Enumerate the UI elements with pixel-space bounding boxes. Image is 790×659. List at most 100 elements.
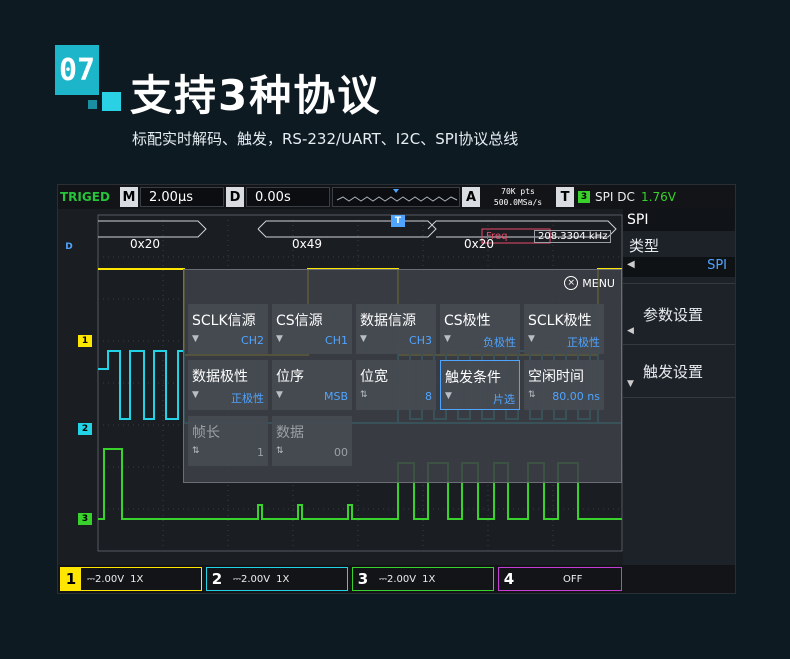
cell-label: CS极性: [444, 313, 491, 329]
decor-square-small: [88, 100, 97, 109]
cell-value: 负极性: [483, 336, 516, 349]
ch3-settings[interactable]: 3 ⎓ 2.00V 1X: [352, 567, 494, 591]
type-value: SPI: [707, 258, 727, 273]
top-status-bar: TRIGED M 2.00μs D 0.00s A 70K pts 500.0M…: [58, 185, 735, 209]
cell-value: 片选: [493, 393, 515, 406]
cell-value: MSB: [323, 390, 348, 403]
arrow-left-icon: ◀: [627, 326, 634, 336]
ch1-settings[interactable]: 1 ⎓ 2.00V 1X: [60, 567, 202, 591]
cell-value: 1: [257, 446, 264, 459]
close-icon: ×: [564, 276, 579, 290]
ch1-probe: 1X: [130, 573, 144, 585]
cell-label: 触发条件: [445, 370, 501, 386]
cell-label: CS信源: [276, 313, 323, 329]
stepper-icon: ⇅: [192, 446, 200, 456]
ch1-scale: 2.00V: [94, 573, 125, 585]
ch2-probe: 1X: [276, 573, 290, 585]
sclk-source-cell[interactable]: SCLK信源 ▼ CH2: [188, 304, 268, 354]
ch4-number: 4: [503, 570, 515, 588]
ch4-settings[interactable]: 4 OFF: [498, 567, 622, 591]
trigger-settings-label: 触发设置: [643, 363, 704, 381]
cell-label: 位宽: [360, 369, 388, 385]
cell-value: 8: [425, 390, 432, 403]
acquire-info[interactable]: 70K pts 500.0MSa/s: [482, 186, 554, 208]
cell-label: 数据信源: [360, 313, 416, 329]
data-source-cell[interactable]: 数据信源 ▼ CH3: [356, 304, 436, 354]
arrow-down-icon: ▼: [627, 379, 634, 389]
cell-label: 数据极性: [192, 369, 248, 385]
cs-source-cell[interactable]: CS信源 ▼ CH1: [272, 304, 352, 354]
oscilloscope-screen: TRIGED M 2.00μs D 0.00s A 70K pts 500.0M…: [57, 184, 736, 594]
stepper-icon: ⇅: [528, 390, 536, 400]
cell-value: 正极性: [231, 392, 264, 405]
decode-value-1: 0x20: [130, 237, 161, 251]
decode-value-3: 0x20: [464, 237, 495, 251]
channel-bar: 1 ⎓ 2.00V 1X 2 ⎓ 2.00V 1X 3 ⎓ 2.00V 1X 4…: [58, 565, 735, 593]
decode-marker[interactable]: D: [62, 241, 76, 253]
cell-value: 00: [334, 446, 348, 459]
ch3-scale: 2.00V: [386, 573, 417, 585]
delay-value[interactable]: 0.00s: [246, 187, 330, 207]
dc-coupling-icon: ⎓: [233, 573, 241, 585]
ch2-marker[interactable]: 2: [78, 423, 92, 435]
params-label: 参数设置: [643, 306, 704, 324]
cell-value: 正极性: [567, 336, 600, 349]
ch2-number: 2: [211, 570, 223, 588]
acquire-label[interactable]: A: [462, 187, 480, 207]
trigger-condition-cell[interactable]: 触发条件 ▼ 片选: [440, 360, 520, 410]
trigger-label[interactable]: T: [556, 187, 574, 207]
trigger-settings-softkey[interactable]: 触发设置 ▼: [623, 345, 735, 398]
stepper-icon: ⇅: [360, 390, 368, 400]
bit-order-cell[interactable]: 位序 ▼ MSB: [272, 360, 352, 410]
cell-value: CH2: [241, 334, 264, 347]
ch1-marker[interactable]: 1: [78, 335, 92, 347]
page-subtitle: 标配实时解码、触发，RS-232/UART、I2C、SPI协议总线: [132, 130, 519, 148]
type-label: 类型: [629, 237, 660, 255]
dropdown-icon: ▼: [528, 334, 535, 344]
data-polarity-cell[interactable]: 数据极性 ▼ 正极性: [188, 360, 268, 410]
type-value-box: ◀ SPI: [623, 257, 735, 277]
acquire-points: 70K pts: [501, 187, 535, 196]
type-softkey[interactable]: 类型 ◀ SPI: [623, 231, 735, 284]
cell-label: 空闲时间: [528, 369, 584, 385]
sclk-polarity-cell[interactable]: SCLK极性 ▼ 正极性: [524, 304, 604, 354]
arrow-left-icon: ◀: [627, 259, 635, 270]
cell-label: SCLK信源: [192, 313, 256, 329]
overview-wave-icon: [336, 189, 458, 202]
decode-value-2: 0x49: [292, 237, 323, 251]
frame-length-cell[interactable]: 帧长 ⇅ 1: [188, 416, 268, 466]
bit-width-cell[interactable]: 位宽 ⇅ 8: [356, 360, 436, 410]
ch2-scale: 2.00V: [240, 573, 271, 585]
trigger-source-badge: 3: [578, 191, 590, 203]
trigger-level[interactable]: 1.76V: [641, 190, 676, 204]
cell-value: CH1: [325, 334, 348, 347]
ch3-marker[interactable]: 3: [78, 513, 92, 525]
ch1-number: 1: [61, 568, 81, 590]
trigger-position-marker[interactable]: T: [391, 215, 405, 227]
cell-value: CH3: [409, 334, 432, 347]
dropdown-icon: ▼: [445, 391, 452, 401]
menu-close-button[interactable]: × MENU: [564, 276, 615, 290]
page-title: 支持3种协议: [130, 71, 382, 120]
timebase-label[interactable]: M: [120, 187, 138, 207]
cell-label: 位序: [276, 369, 304, 385]
data-value-cell[interactable]: 数据 ⇅ 00: [272, 416, 352, 466]
cs-polarity-cell[interactable]: CS极性 ▼ 负极性: [440, 304, 520, 354]
ch3-number: 3: [357, 570, 369, 588]
right-softkey-panel: SPI 类型 ◀ SPI 参数设置 ◀ 触发设置 ▼: [623, 209, 735, 593]
stepper-icon: ⇅: [276, 446, 284, 456]
idle-time-cell[interactable]: 空闲时间 ⇅ 80.00 ns: [524, 360, 604, 410]
spi-settings-menu: × MENU SCLK信源 ▼ CH2 CS信源 ▼ CH1 数据信源 ▼ CH…: [183, 269, 622, 483]
trigger-type[interactable]: SPI DC: [595, 190, 635, 204]
params-softkey[interactable]: 参数设置 ◀: [623, 284, 735, 345]
trigger-status: TRIGED: [60, 190, 110, 204]
cell-label: 帧长: [192, 425, 220, 441]
dropdown-icon: ▼: [360, 334, 367, 344]
ch2-settings[interactable]: 2 ⎓ 2.00V 1X: [206, 567, 348, 591]
dropdown-icon: ▼: [444, 334, 451, 344]
timebase-value[interactable]: 2.00μs: [140, 187, 224, 207]
cell-value: 80.00 ns: [552, 390, 600, 403]
delay-label[interactable]: D: [226, 187, 244, 207]
waveform-overview[interactable]: [332, 187, 460, 207]
freq-value: 208.3304 kHz: [534, 230, 612, 243]
